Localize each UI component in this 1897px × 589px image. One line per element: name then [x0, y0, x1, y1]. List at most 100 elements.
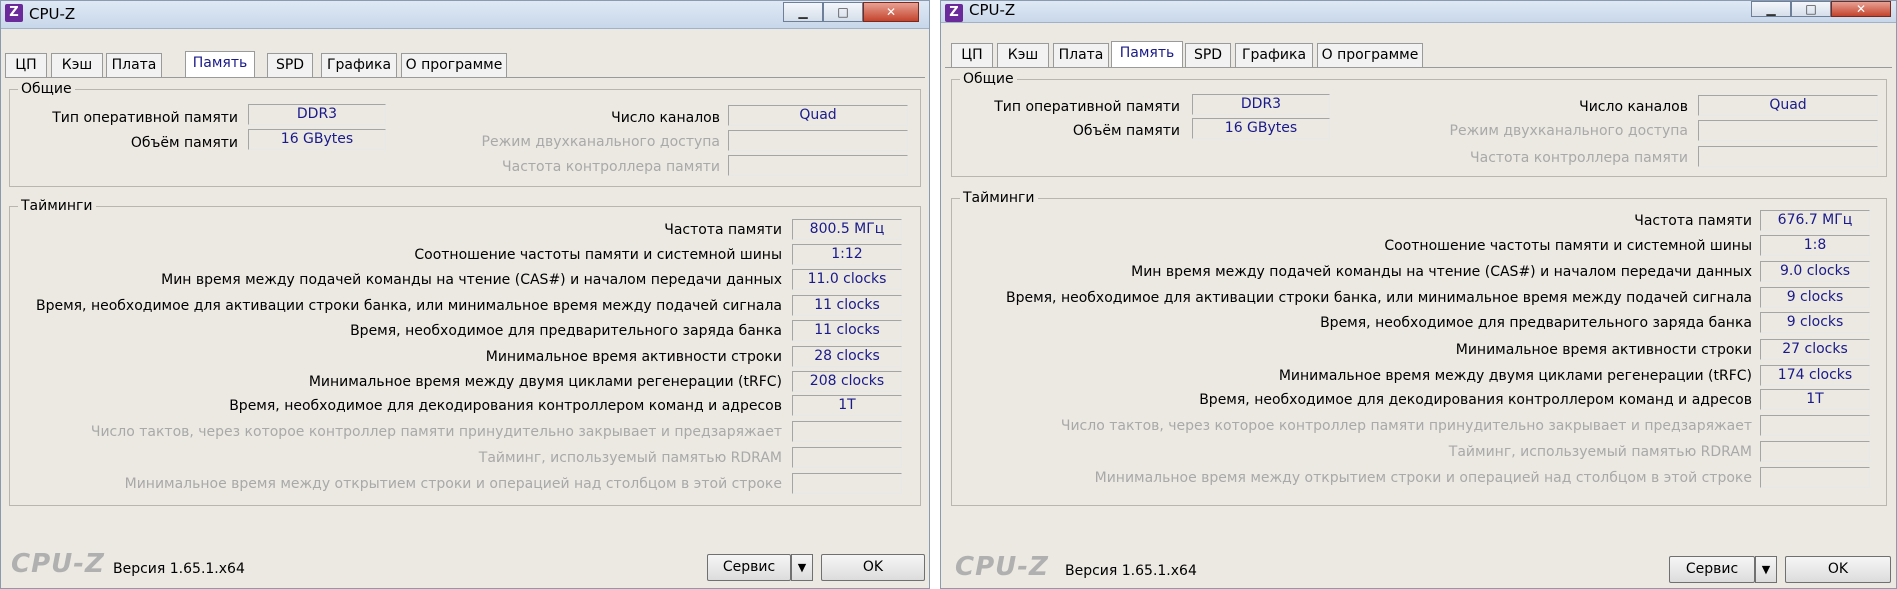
- timings-group-title: Тайминги: [960, 190, 1038, 206]
- tab-mainboard[interactable]: Плата: [1053, 43, 1109, 67]
- timing-label-cas-latency: Мин время между подачей команды на чтени…: [161, 272, 782, 288]
- channels-label: Число каналов: [1579, 99, 1688, 115]
- timing-label-fsb-dram: Соотношение частоты памяти и системной ш…: [1384, 238, 1752, 254]
- timing-value-trfc: 208 clocks: [792, 371, 902, 392]
- timing-label-total-cas-rdram: Тайминг, используемый памятью RDRAM: [1448, 444, 1752, 460]
- timing-label-total-cas-rdram: Тайминг, используемый памятью RDRAM: [478, 450, 782, 466]
- timing-value-dram-frequency: 676.7 МГц: [1760, 210, 1870, 231]
- memory-type-label: Тип оперативной памяти: [52, 110, 238, 126]
- version-text: Версия 1.65.1.x64: [113, 561, 245, 577]
- chevron-down-icon: ▼: [1761, 563, 1771, 576]
- tab-graphics[interactable]: Графика: [321, 53, 397, 77]
- maximize-icon: □: [1805, 2, 1817, 16]
- title-bar[interactable]: Z CPU-Z ▁ □ ✕: [1, 1, 929, 29]
- tab-spd[interactable]: SPD: [1185, 43, 1231, 67]
- tab-memory[interactable]: Память: [1111, 41, 1183, 68]
- timing-value-command-rate: 1T: [792, 395, 902, 416]
- window-title: CPU-Z: [969, 1, 1016, 19]
- memory-type-value: DDR3: [248, 104, 386, 125]
- tab-memory[interactable]: Память: [185, 51, 255, 78]
- cpuz-app-icon: Z: [945, 4, 963, 22]
- minimize-button[interactable]: ▁: [783, 2, 823, 22]
- tools-button[interactable]: Сервис: [707, 554, 791, 581]
- nb-frequency-value: [728, 155, 908, 176]
- version-text: Версия 1.65.1.x64: [1065, 563, 1197, 579]
- maximize-button[interactable]: □: [1791, 1, 1831, 17]
- channels-label: Число каналов: [611, 110, 720, 126]
- timing-label-command-rate: Время, необходимое для декодирования кон…: [1199, 392, 1752, 408]
- tab-divider: [945, 67, 1892, 68]
- tools-button[interactable]: Сервис: [1669, 556, 1755, 583]
- timing-label-dram-idle-timer: Число тактов, через которое контроллер п…: [1060, 418, 1752, 434]
- timing-value-ras-to-cas: 11 clocks: [792, 295, 902, 316]
- timing-label-ras-precharge: Время, необходимое для предварительного …: [1320, 315, 1752, 331]
- channels-value: Quad: [728, 105, 908, 126]
- maximize-icon: □: [837, 5, 849, 19]
- tools-dropdown-button[interactable]: ▼: [791, 554, 813, 581]
- tab-cpu[interactable]: ЦП: [5, 53, 47, 77]
- tab-spd[interactable]: SPD: [267, 53, 313, 77]
- timing-label-trfc: Минимальное время между двумя циклами ре…: [1278, 368, 1752, 384]
- timing-label-row-to-column: Минимальное время между открытием строки…: [124, 476, 782, 492]
- tab-about[interactable]: О программе: [401, 53, 507, 77]
- timing-label-ras-to-cas: Время, необходимое для активации строки …: [35, 298, 782, 314]
- memory-type-value: DDR3: [1192, 94, 1330, 115]
- dc-mode-value: [1698, 120, 1878, 141]
- timing-label-ras-to-cas: Время, необходимое для активации строки …: [1005, 290, 1752, 306]
- timing-value-dram-frequency: 800.5 МГц: [792, 219, 902, 240]
- chevron-down-icon: ▼: [797, 561, 807, 574]
- timing-label-dram-frequency: Частота памяти: [1634, 213, 1752, 229]
- timing-value-dram-idle-timer: [1760, 415, 1870, 436]
- memory-size-label: Объём памяти: [130, 135, 238, 151]
- cpuz-logo: CPU-Z: [955, 552, 1049, 582]
- ok-button[interactable]: OK: [821, 554, 925, 581]
- close-button[interactable]: ✕: [1831, 1, 1891, 17]
- channels-value: Quad: [1698, 95, 1878, 116]
- timing-label-dram-frequency: Частота памяти: [664, 222, 782, 238]
- timing-value-dram-idle-timer: [792, 421, 902, 442]
- timing-label-cas-latency: Мин время между подачей команды на чтени…: [1131, 264, 1752, 280]
- nb-frequency-value: [1698, 146, 1878, 167]
- close-button[interactable]: ✕: [863, 2, 919, 22]
- memory-size-value: 16 GBytes: [1192, 118, 1330, 139]
- timing-value-cas-latency: 9.0 clocks: [1760, 261, 1870, 282]
- title-bar[interactable]: Z CPU-Z ▁ □ ✕: [941, 1, 1896, 23]
- timing-value-command-rate: 1T: [1760, 389, 1870, 410]
- minimize-icon: ▁: [798, 5, 808, 19]
- close-icon: ✕: [1855, 2, 1867, 16]
- timing-value-fsb-dram: 1:12: [792, 244, 902, 265]
- cpuz-window-right: Z CPU-Z ▁ □ ✕ ЦП Кэш Плата Память SPD Гр…: [940, 0, 1897, 589]
- timing-value-total-cas-rdram: [1760, 441, 1870, 462]
- tools-dropdown-button[interactable]: ▼: [1755, 556, 1777, 583]
- tab-divider: [5, 77, 925, 78]
- general-group-title: Общие: [18, 81, 75, 97]
- timing-value-row-to-column: [792, 473, 902, 494]
- nb-frequency-label: Частота контроллера памяти: [1470, 150, 1688, 166]
- tab-mainboard[interactable]: Плата: [106, 53, 162, 77]
- timing-value-ras-precharge: 9 clocks: [1760, 312, 1870, 333]
- tab-cache[interactable]: Кэш: [997, 43, 1049, 67]
- minimize-button[interactable]: ▁: [1751, 1, 1791, 17]
- window-title: CPU-Z: [29, 5, 76, 23]
- memory-size-value: 16 GBytes: [248, 129, 386, 150]
- timing-value-cycle-time: 27 clocks: [1760, 339, 1870, 360]
- timing-label-trfc: Минимальное время между двумя циклами ре…: [308, 374, 782, 390]
- maximize-button[interactable]: □: [823, 2, 863, 22]
- tab-about[interactable]: О программе: [1317, 43, 1423, 67]
- timing-label-ras-precharge: Время, необходимое для предварительного …: [350, 323, 782, 339]
- timing-label-cycle-time: Минимальное время активности строки: [485, 349, 782, 365]
- tab-cache[interactable]: Кэш: [51, 53, 103, 77]
- dc-mode-label: Режим двухканального доступа: [481, 134, 720, 150]
- tab-cpu[interactable]: ЦП: [951, 43, 993, 67]
- timing-value-total-cas-rdram: [792, 447, 902, 468]
- tab-graphics[interactable]: Графика: [1235, 43, 1313, 67]
- timings-group-title: Тайминги: [18, 198, 96, 214]
- general-group: Общие Тип оперативной памяти DDR3 Объём …: [9, 81, 921, 187]
- timing-value-trfc: 174 clocks: [1760, 365, 1870, 386]
- close-icon: ✕: [885, 5, 897, 19]
- memory-type-label: Тип оперативной памяти: [994, 99, 1180, 115]
- timing-label-dram-idle-timer: Число тактов, через которое контроллер п…: [90, 424, 782, 440]
- memory-size-label: Объём памяти: [1072, 123, 1180, 139]
- ok-button[interactable]: OK: [1785, 556, 1891, 583]
- timing-value-ras-precharge: 11 clocks: [792, 320, 902, 341]
